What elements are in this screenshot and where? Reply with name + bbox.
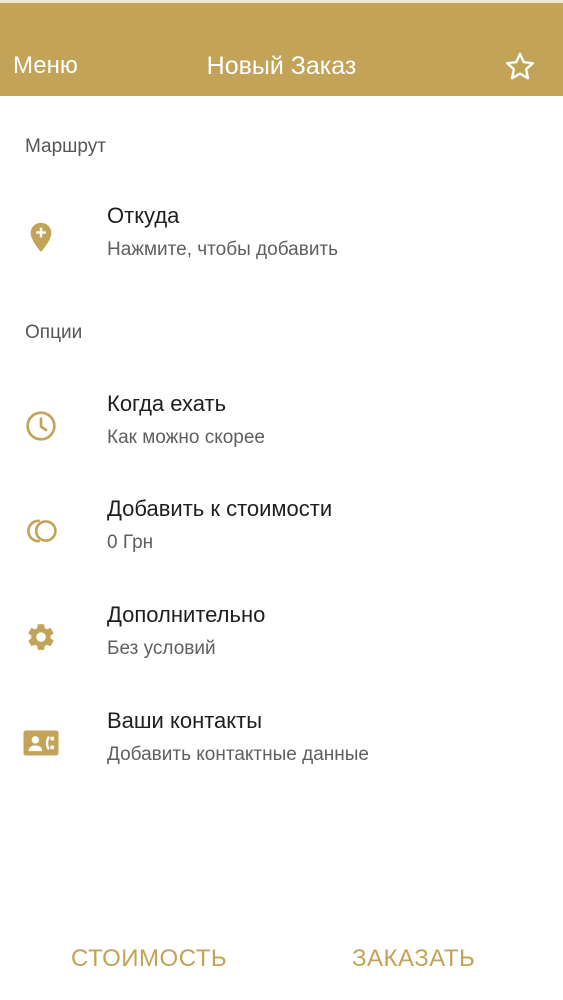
new-order-screen: Меню Новый Заказ Маршрут Откуда Нажмите,…	[0, 0, 563, 1000]
when-to-go-value: Как можно скорее	[107, 427, 265, 448]
clock-icon	[22, 407, 60, 445]
from-label: Откуда	[107, 203, 180, 228]
location-pin-plus-icon	[22, 219, 60, 257]
add-to-cost-label: Добавить к стоимости	[107, 496, 333, 521]
route-section-title: Маршрут	[25, 136, 106, 157]
contacts-value: Добавить контактные данные	[107, 744, 369, 765]
from-address-item[interactable]: Откуда Нажмите, чтобы добавить	[0, 201, 563, 291]
page-title: Новый Заказ	[206, 52, 357, 80]
gear-icon	[22, 618, 60, 656]
coins-icon	[22, 512, 60, 550]
contacts-item[interactable]: Ваши контакты Добавить контактные данные	[0, 706, 563, 796]
additional-value: Без условий	[107, 638, 216, 659]
options-section-title: Опции	[25, 322, 83, 343]
when-to-go-label: Когда ехать	[107, 391, 227, 416]
when-to-go-item[interactable]: Когда ехать Как можно скорее	[0, 389, 563, 479]
contacts-label: Ваши контакты	[107, 708, 263, 733]
additional-label: Дополнительно	[107, 602, 266, 627]
add-to-cost-item[interactable]: Добавить к стоимости 0 Грн	[0, 494, 563, 584]
order-button[interactable]: ЗАКАЗАТЬ	[352, 944, 475, 974]
favorite-button[interactable]	[503, 50, 537, 84]
contact-card-icon	[22, 724, 60, 762]
app-bar: Меню Новый Заказ	[0, 0, 563, 96]
additional-item[interactable]: Дополнительно Без условий	[0, 600, 563, 690]
add-to-cost-value: 0 Грн	[107, 532, 154, 553]
from-hint: Нажмите, чтобы добавить	[107, 239, 339, 260]
cost-button[interactable]: СТОИМОСТЬ	[71, 944, 227, 974]
star-outline-icon	[506, 52, 534, 80]
